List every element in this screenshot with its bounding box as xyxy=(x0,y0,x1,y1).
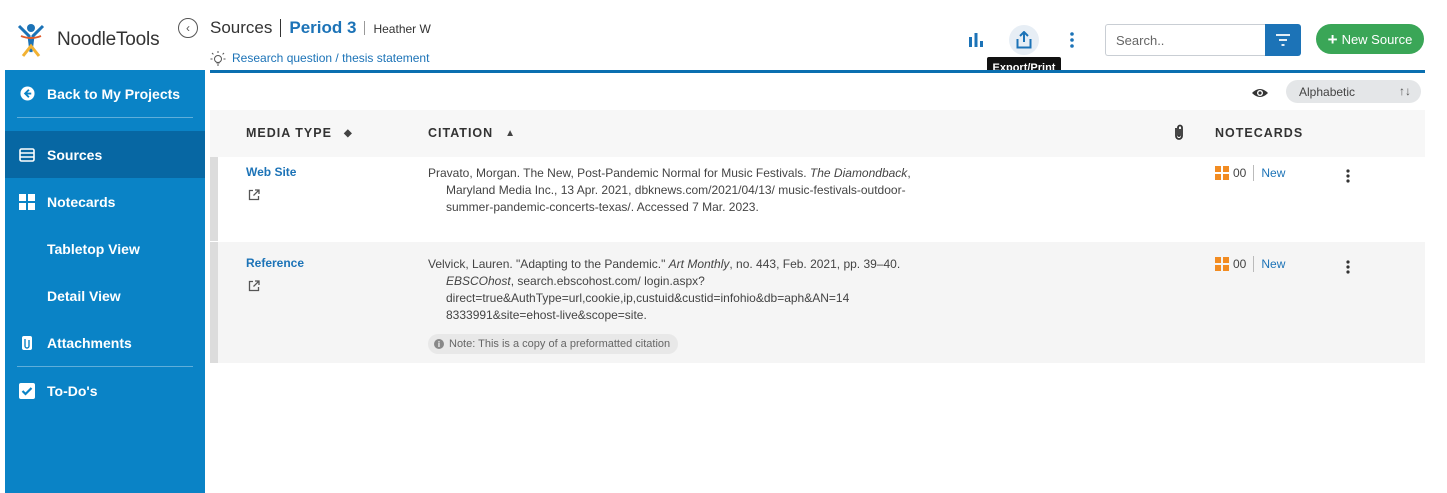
citation-container-title: The Diamondback xyxy=(809,166,908,180)
sidebar-item-label: Attachments xyxy=(47,334,132,351)
sort-select[interactable]: Alphabetic ↑↓ xyxy=(1286,80,1421,103)
eye-icon[interactable] xyxy=(1251,86,1269,100)
title-divider xyxy=(364,21,366,35)
row-menu-button[interactable] xyxy=(1342,259,1354,275)
sources-icon xyxy=(19,147,35,163)
sidebar-item-attachments[interactable]: Attachments xyxy=(5,319,205,366)
logo-text: NoodleTools xyxy=(57,28,160,50)
column-header-label: MEDIA TYPE xyxy=(246,126,332,140)
arrow-left-circle-icon xyxy=(19,86,35,102)
media-type-link[interactable]: Reference xyxy=(246,256,304,270)
column-header-citation[interactable]: CITATION ▲ xyxy=(428,126,515,140)
sidebar-item-label: Notecards xyxy=(47,193,116,210)
noodletools-figure-icon xyxy=(17,23,45,57)
export-print-button[interactable] xyxy=(1009,25,1039,55)
citation-text: Velvick, Lauren. "Adapting to the Pandem… xyxy=(428,256,928,324)
info-icon: i xyxy=(434,339,444,349)
notecards-icon xyxy=(19,193,35,210)
new-source-button[interactable]: + New Source xyxy=(1316,24,1424,54)
preformatted-note: i Note: This is a copy of a preformatted… xyxy=(428,334,679,354)
lightbulb-icon xyxy=(210,51,226,66)
kebab-icon xyxy=(1346,169,1350,183)
citation-part: Pravato, Morgan. The New, Post-Pandemic … xyxy=(428,166,810,180)
media-type-link[interactable]: Web Site xyxy=(246,165,296,179)
logo[interactable]: NoodleTools xyxy=(5,9,205,70)
thesis-link[interactable]: Research question / thesis statement xyxy=(210,50,429,66)
sidebar: Back to My Projects Sources Notecards Ta… xyxy=(5,70,205,493)
sidebar-item-label: Tabletop View xyxy=(47,240,140,257)
external-link-icon[interactable] xyxy=(248,280,260,292)
citation-text: Pravato, Morgan. The New, Post-Pandemic … xyxy=(428,165,928,216)
notecards-count: 00 xyxy=(1233,257,1247,271)
app-root: NoodleTools ‹ Back to My Projects Source… xyxy=(0,0,1447,493)
share-upload-icon xyxy=(1016,31,1032,49)
notecards-count: 00 xyxy=(1233,166,1247,180)
new-source-label: New Source xyxy=(1341,31,1413,47)
external-link-icon[interactable] xyxy=(248,189,260,201)
sidebar-item-sources[interactable]: Sources xyxy=(5,131,205,178)
list-toolbar xyxy=(210,73,1425,110)
notecards-icon[interactable] xyxy=(1215,257,1229,271)
breadcrumb: Sources Period 3 Heather W xyxy=(210,18,431,38)
search-input[interactable] xyxy=(1105,24,1265,56)
filter-button[interactable] xyxy=(1265,24,1301,56)
sort-up-icon: ▲ xyxy=(505,127,516,139)
user-name: Heather W xyxy=(373,22,431,36)
sidebar-item-notecards[interactable]: Notecards xyxy=(5,178,205,225)
attachment-icon xyxy=(19,335,35,351)
citation-part: Velvick, Lauren. "Adapting to the Pandem… xyxy=(428,257,669,271)
plus-icon: + xyxy=(1327,29,1338,49)
collapse-sidebar-button[interactable]: ‹ xyxy=(178,18,198,38)
checkbox-checked-icon xyxy=(19,382,35,399)
kebab-icon xyxy=(1070,32,1074,48)
row-menu-button[interactable] xyxy=(1342,168,1354,184)
citation-database: EBSCOhost xyxy=(446,274,511,288)
notecards-icon[interactable] xyxy=(1215,166,1229,180)
title-divider xyxy=(280,19,282,37)
sidebar-item-label: Detail View xyxy=(47,287,121,304)
back-label: Back to My Projects xyxy=(47,85,181,102)
column-header-label: CITATION xyxy=(428,126,494,140)
sidebar-item-label: To-Do's xyxy=(47,382,98,399)
sidebar-item-tabletop-view[interactable]: Tabletop View xyxy=(5,225,205,272)
sidebar-item-todos[interactable]: To-Do's xyxy=(5,367,205,414)
more-options-button[interactable] xyxy=(1057,25,1087,55)
column-header-notecards: NOTECARDS xyxy=(1215,126,1303,140)
thesis-link-label: Research question / thesis statement xyxy=(232,51,430,65)
sidebar-item-detail-view[interactable]: Detail View xyxy=(5,272,205,319)
stats-button[interactable] xyxy=(961,25,991,55)
notecards-divider xyxy=(1253,165,1255,181)
chevron-left-icon: ‹ xyxy=(186,21,190,35)
column-header-media-type[interactable]: MEDIA TYPE ◆ xyxy=(246,126,352,140)
new-notecard-link[interactable]: New xyxy=(1261,166,1285,180)
sort-arrows-icon: ↑↓ xyxy=(1399,84,1411,98)
bar-chart-icon xyxy=(969,33,983,47)
section-title: Sources xyxy=(210,18,273,37)
project-title[interactable]: Period 3 xyxy=(289,18,356,38)
back-to-projects-link[interactable]: Back to My Projects xyxy=(5,70,205,117)
citation-part: , no. 443, Feb. 2021, pp. 39–40. xyxy=(729,257,901,271)
column-header-label: NOTECARDS xyxy=(1215,126,1304,140)
notecards-cell: 00 New xyxy=(1215,165,1285,181)
kebab-icon xyxy=(1346,260,1350,274)
sort-both-icon: ◆ xyxy=(343,127,352,139)
sort-select-value: Alphabetic xyxy=(1299,84,1356,99)
nav-divider xyxy=(17,117,193,118)
note-text: Note: This is a copy of a preformatted c… xyxy=(449,338,671,350)
new-notecard-link[interactable]: New xyxy=(1261,257,1285,271)
filter-icon xyxy=(1276,34,1290,46)
notecards-divider xyxy=(1253,256,1255,272)
sidebar-item-label: Sources xyxy=(47,146,103,163)
notecards-cell: 00 New xyxy=(1215,256,1285,272)
citation-container-title: Art Monthly xyxy=(668,257,730,271)
paperclip-icon xyxy=(1175,124,1183,140)
